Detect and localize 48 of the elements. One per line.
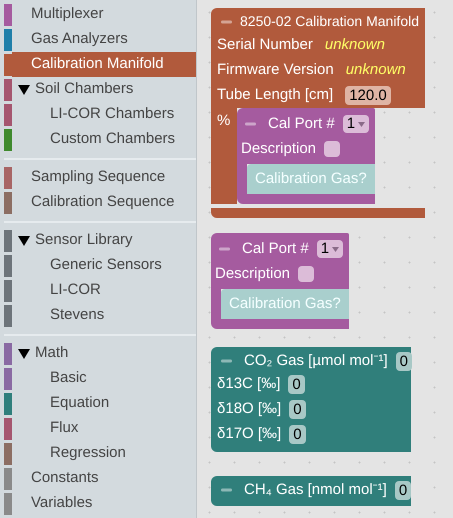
cal-port-block[interactable]: Cal Port # 1 Description (237, 108, 376, 164)
field-label: Firmware Version (217, 60, 334, 80)
port-dropdown[interactable]: 1 (316, 240, 344, 258)
category-item[interactable]: Variables (12, 491, 196, 516)
gas-block[interactable]: CO₂ Gas [µmol mol⁻¹] 0 δ13C [‰] 0 δ18O [‰] 0 δ17O [‰] 0 (211, 347, 411, 452)
category-item[interactable]: Constants (12, 466, 196, 491)
block-title: Cal Port # (268, 114, 335, 134)
category-item[interactable]: Multiplexer (12, 2, 196, 27)
field-value: unknown (346, 60, 406, 80)
field-label: δ17O [‰] (217, 424, 282, 444)
number-field[interactable]: 120.0 (345, 86, 391, 105)
category-item[interactable]: Soil Chambers (12, 77, 196, 102)
category-item[interactable]: Sensor Library (12, 228, 196, 253)
number-field[interactable]: 0 (396, 352, 412, 370)
category-item[interactable]: Custom Chambers (12, 127, 196, 152)
field-label: δ13C [‰] (217, 374, 280, 394)
block-title: CO₂ Gas [µmol mol⁻¹] (244, 350, 388, 371)
statement-label: % (217, 112, 230, 129)
port-dropdown[interactable]: 1 (342, 115, 370, 133)
block-title: CH₄ Gas [nmol mol⁻¹] (244, 480, 387, 500)
field-label: Serial Number (217, 35, 313, 56)
cal-port-block[interactable]: Cal Port # 1 Description (211, 233, 350, 289)
manifold-block[interactable]: 8250-02 Calibration Manifold Serial Number unknown Firmware Version unknown Tube Length [cm] 120.0 (211, 8, 425, 108)
category-item[interactable]: Calibration Sequence (12, 190, 196, 215)
number-field[interactable]: 0 (289, 400, 306, 419)
number-field[interactable]: 0 (394, 480, 412, 500)
category-item[interactable]: Flux (12, 416, 196, 441)
block-title: Cal Port # (242, 238, 309, 259)
category-item[interactable]: Regression (12, 441, 196, 466)
field-label: δ18O [‰] (217, 399, 282, 420)
category-item[interactable]: LI-COR Chambers (12, 102, 196, 127)
category-item[interactable]: Gas Analyzers (12, 27, 196, 52)
category-item[interactable]: Generic Sensors (12, 253, 196, 278)
category-item[interactable]: Sampling Sequence (12, 165, 196, 190)
category-item[interactable]: Stevens (12, 303, 196, 328)
category-item[interactable]: Math (12, 341, 196, 366)
field-label: Tube Length [cm] (217, 85, 334, 106)
block-title: 8250-02 Calibration Manifold (240, 12, 419, 31)
category-item[interactable]: Equation (12, 391, 196, 416)
category-item[interactable]: Basic (12, 366, 196, 391)
category-item[interactable]: Calibration Manifold (12, 52, 196, 77)
field-label: Description (215, 264, 290, 284)
field-value: unknown (324, 35, 385, 56)
field-label: Description (241, 138, 316, 159)
gas-block[interactable]: CH₄ Gas [nmol mol⁻¹] 0 (211, 476, 411, 506)
number-field[interactable]: 0 (289, 425, 306, 444)
category-item[interactable]: LI-COR (12, 278, 196, 303)
number-field[interactable]: 0 (288, 375, 305, 394)
